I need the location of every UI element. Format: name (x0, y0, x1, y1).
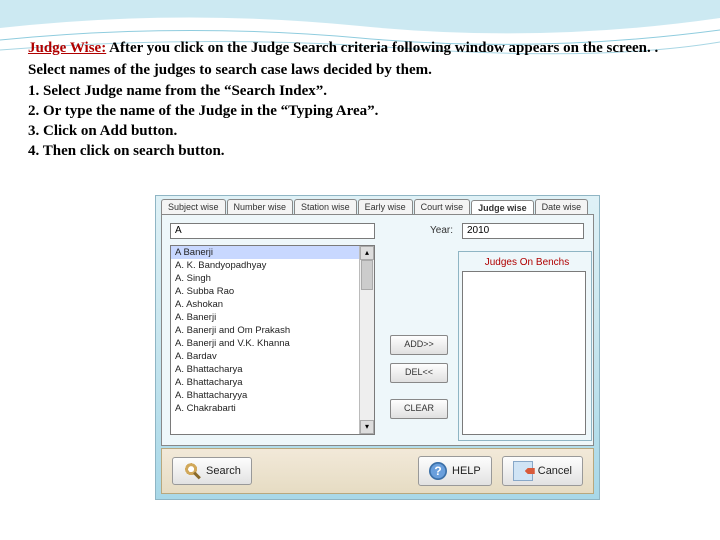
benchs-listbox[interactable] (462, 271, 586, 435)
listbox-scrollbar[interactable]: ▴ ▾ (359, 246, 374, 434)
add-button[interactable]: ADD>> (390, 335, 448, 355)
step-2: 2. Or type the name of the Judge in the … (28, 101, 692, 121)
year-label: Year: (430, 225, 453, 236)
tab-court-wise[interactable]: Court wise (414, 199, 471, 214)
list-item[interactable]: A. Singh (171, 272, 374, 285)
cancel-icon (513, 461, 533, 481)
step-3: 3. Click on Add button. (28, 121, 692, 141)
bottom-toolbar: Search ? HELP Cancel (161, 448, 594, 494)
line-select-names: Select names of the judges to search cas… (28, 60, 692, 80)
tab-judge-wise[interactable]: Judge wise (471, 200, 534, 215)
list-item[interactable]: A. Banerji and Om Prakash (171, 324, 374, 337)
tab-station-wise[interactable]: Station wise (294, 199, 357, 214)
del-button[interactable]: DEL<< (390, 363, 448, 383)
heading-judge-wise: Judge Wise: (28, 40, 106, 56)
list-item[interactable]: A. Chakrabarti (171, 402, 374, 415)
tab-bar: Subject wise Number wise Station wise Ea… (155, 195, 600, 214)
search-icon (183, 462, 201, 480)
year-input[interactable]: 2010 (462, 223, 584, 239)
search-index-listbox[interactable]: A Banerji A. K. Bandyopadhyay A. Singh A… (170, 245, 375, 435)
list-item[interactable]: A. K. Bandyopadhyay (171, 259, 374, 272)
benchs-label: Judges On Benchs (472, 257, 582, 268)
list-item[interactable]: A. Banerji and V.K. Khanna (171, 337, 374, 350)
tab-number-wise[interactable]: Number wise (227, 199, 294, 214)
cancel-button-label: Cancel (538, 465, 572, 477)
list-item[interactable]: A. Bardav (171, 350, 374, 363)
tab-date-wise[interactable]: Date wise (535, 199, 589, 214)
scroll-down-icon[interactable]: ▾ (360, 420, 374, 434)
instruction-text-block: Judge Wise: After you click on the Judge… (0, 0, 720, 162)
intro-text: After you click on the Judge Search crit… (106, 40, 658, 56)
list-item[interactable]: A. Bhattacharya (171, 363, 374, 376)
help-icon: ? (429, 462, 447, 480)
search-window: Subject wise Number wise Station wise Ea… (155, 195, 600, 500)
help-button[interactable]: ? HELP (418, 456, 492, 486)
search-button[interactable]: Search (172, 457, 252, 485)
scroll-thumb[interactable] (361, 260, 373, 290)
list-item[interactable]: A. Subba Rao (171, 285, 374, 298)
step-1: 1. Select Judge name from the “Search In… (28, 81, 692, 101)
tab-early-wise[interactable]: Early wise (358, 199, 413, 214)
list-item[interactable]: A. Bhattacharya (171, 376, 374, 389)
search-button-label: Search (206, 465, 241, 477)
step-4: 4. Then click on search button. (28, 141, 692, 161)
tab-subject-wise[interactable]: Subject wise (161, 199, 226, 214)
tab-panel: A Year: 2010 A Banerji A. K. Bandyopadhy… (161, 214, 594, 446)
clear-button[interactable]: CLEAR (390, 399, 448, 419)
list-item[interactable]: A. Banerji (171, 311, 374, 324)
typing-area-input[interactable]: A (170, 223, 375, 239)
list-item[interactable]: A. Ashokan (171, 298, 374, 311)
scroll-up-icon[interactable]: ▴ (360, 246, 374, 260)
help-button-label: HELP (452, 465, 481, 477)
cancel-button[interactable]: Cancel (502, 456, 583, 486)
list-item[interactable]: A Banerji (171, 246, 374, 259)
list-item[interactable]: A. Bhattacharyya (171, 389, 374, 402)
